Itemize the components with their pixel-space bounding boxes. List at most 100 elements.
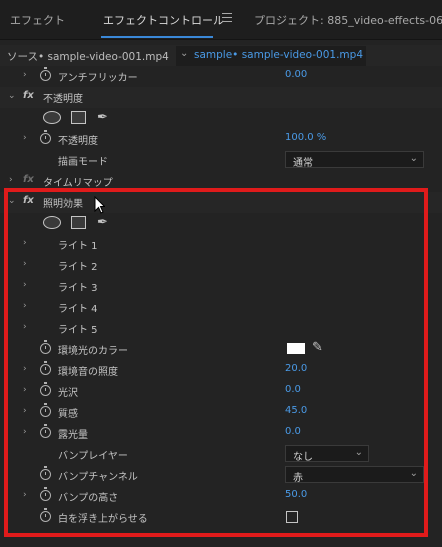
row-bump-height: › バンプの高さ 50.0: [0, 486, 442, 507]
row-blend-mode: 描画モード 通常 ⌄: [0, 150, 442, 171]
sequence-clip-label: sample• sample-video-001.mp4: [194, 49, 364, 61]
row-light-5[interactable]: › ライト 5: [0, 318, 442, 339]
expand-triangle-icon[interactable]: ›: [23, 427, 27, 437]
ambient-intensity-value[interactable]: 20.0: [285, 363, 307, 374]
panel-tab-bar: エフェクト エフェクトコントロール プロジェクト: 885_video-effe…: [0, 0, 442, 40]
white-raise-checkbox[interactable]: [286, 511, 298, 523]
light-label: ライト 1: [58, 241, 98, 252]
expand-triangle-icon[interactable]: ›: [23, 133, 27, 143]
row-mask-tools: ✒: [0, 108, 442, 129]
opacity-value[interactable]: 100.0 %: [285, 132, 326, 143]
expand-triangle-icon[interactable]: ›: [23, 280, 27, 290]
effect-controls-panel: › アンチフリッカー 0.00 ⌄ fx 不透明度 ✒ › 不透明度 100.0…: [0, 66, 442, 547]
ellipse-mask-icon[interactable]: [43, 111, 61, 124]
fx-badge[interactable]: fx: [23, 195, 34, 206]
stopwatch-icon[interactable]: [40, 340, 51, 354]
white-raise-label: 白を浮き上がらせる: [58, 514, 148, 525]
rectangle-mask-icon[interactable]: [71, 111, 86, 124]
mouse-cursor-icon: [94, 196, 105, 214]
row-ambient-intensity: › 環境音の照度 20.0: [0, 360, 442, 381]
bump-channel-label: バンプチャンネル: [58, 472, 138, 483]
source-clip-label[interactable]: ソース• sample-video-001.mp4: [7, 49, 169, 64]
blend-mode-label: 描画モード: [58, 157, 108, 168]
opacity-label: 不透明度: [58, 136, 98, 147]
ambient-color-swatch[interactable]: [287, 343, 305, 354]
stopwatch-icon[interactable]: [40, 508, 51, 522]
stopwatch-icon[interactable]: [40, 424, 51, 438]
light-label: ライト 2: [58, 262, 98, 273]
row-bump-channel: バンプチャンネル 赤 ⌄: [0, 465, 442, 486]
stopwatch-icon[interactable]: [40, 361, 51, 375]
row-white-raise: 白を浮き上がらせる: [0, 507, 442, 528]
stopwatch-icon[interactable]: [40, 382, 51, 396]
gloss-value[interactable]: 0.0: [285, 384, 301, 395]
row-opacity: › 不透明度 100.0 %: [0, 129, 442, 150]
expand-triangle-icon[interactable]: ›: [23, 322, 27, 332]
panel-menu-icon[interactable]: [222, 13, 232, 22]
sequence-clip-selector[interactable]: ⌄ sample• sample-video-001.mp4: [176, 46, 366, 66]
ambient-intensity-label: 環境音の照度: [58, 367, 118, 378]
tab-effect-controls[interactable]: エフェクトコントロール: [103, 12, 224, 28]
bump-height-value[interactable]: 50.0: [285, 489, 307, 500]
bump-channel-dropdown[interactable]: 赤 ⌄: [285, 466, 424, 484]
eyedropper-icon[interactable]: ✎: [312, 340, 323, 355]
bump-layer-label: バンプレイヤー: [58, 451, 128, 462]
collapse-triangle-icon[interactable]: ⌄: [8, 196, 16, 206]
row-light-2[interactable]: › ライト 2: [0, 255, 442, 276]
bump-height-label: バンプの高さ: [58, 493, 119, 504]
opacity-group-label: 不透明度: [43, 94, 83, 105]
tab-project[interactable]: プロジェクト: 885_video-effects-065: [254, 12, 442, 28]
material-value[interactable]: 45.0: [285, 405, 307, 416]
top-strip: [0, 0, 442, 3]
tab-effects[interactable]: エフェクト: [10, 12, 65, 28]
chevron-down-icon: ⌄: [409, 468, 418, 479]
row-lighting-effect[interactable]: ⌄ fx 照明効果: [0, 192, 442, 213]
rectangle-mask-icon[interactable]: [71, 216, 86, 229]
light-label: ライト 5: [58, 325, 98, 336]
fx-badge[interactable]: fx: [23, 90, 34, 101]
row-mask-tools-lighting: ✒: [0, 213, 442, 234]
row-light-1[interactable]: › ライト 1: [0, 234, 442, 255]
expand-triangle-icon[interactable]: ›: [23, 238, 27, 248]
bump-layer-dropdown[interactable]: なし ⌄: [285, 445, 369, 463]
expand-triangle-icon[interactable]: ›: [23, 490, 27, 500]
stopwatch-icon[interactable]: [40, 130, 51, 144]
collapse-triangle-icon[interactable]: ⌄: [8, 91, 16, 101]
fx-badge[interactable]: fx: [23, 174, 34, 185]
expand-triangle-icon[interactable]: ›: [23, 70, 27, 80]
material-label: 質感: [58, 409, 78, 420]
exposure-value[interactable]: 0.0: [285, 426, 301, 437]
chevron-down-icon: ⌄: [180, 48, 189, 59]
row-exposure: › 露光量 0.0: [0, 423, 442, 444]
row-ambient-color: 環境光のカラー ✎: [0, 339, 442, 360]
expand-triangle-icon[interactable]: ›: [23, 301, 27, 311]
ellipse-mask-icon[interactable]: [43, 216, 61, 229]
stopwatch-icon[interactable]: [40, 487, 51, 501]
row-time-remap[interactable]: › fx タイムリマップ: [0, 171, 442, 192]
pen-mask-icon[interactable]: ✒: [97, 110, 108, 125]
ambient-color-label: 環境光のカラー: [58, 346, 128, 357]
antiflicker-label: アンチフリッカー: [58, 73, 138, 84]
blend-mode-value: 通常: [293, 158, 313, 169]
expand-triangle-icon[interactable]: ›: [9, 175, 13, 185]
expand-triangle-icon[interactable]: ›: [23, 406, 27, 416]
row-light-4[interactable]: › ライト 4: [0, 297, 442, 318]
antiflicker-value[interactable]: 0.00: [285, 69, 307, 80]
expand-triangle-icon[interactable]: ›: [23, 364, 27, 374]
chevron-down-icon: ⌄: [354, 447, 363, 458]
stopwatch-icon[interactable]: [40, 403, 51, 417]
bump-layer-value: なし: [293, 452, 313, 463]
exposure-label: 露光量: [58, 430, 88, 441]
row-light-3[interactable]: › ライト 3: [0, 276, 442, 297]
expand-triangle-icon[interactable]: ›: [23, 259, 27, 269]
light-label: ライト 3: [58, 283, 98, 294]
blend-mode-dropdown[interactable]: 通常 ⌄: [285, 151, 424, 169]
stopwatch-icon[interactable]: [40, 67, 51, 81]
row-antiflicker: › アンチフリッカー 0.00: [0, 66, 442, 87]
row-opacity-group[interactable]: ⌄ fx 不透明度: [0, 87, 442, 108]
pen-mask-icon[interactable]: ✒: [97, 215, 108, 230]
expand-triangle-icon[interactable]: ›: [23, 385, 27, 395]
row-bump-layer: バンプレイヤー なし ⌄: [0, 444, 442, 465]
stopwatch-icon[interactable]: [40, 466, 51, 480]
light-label: ライト 4: [58, 304, 98, 315]
